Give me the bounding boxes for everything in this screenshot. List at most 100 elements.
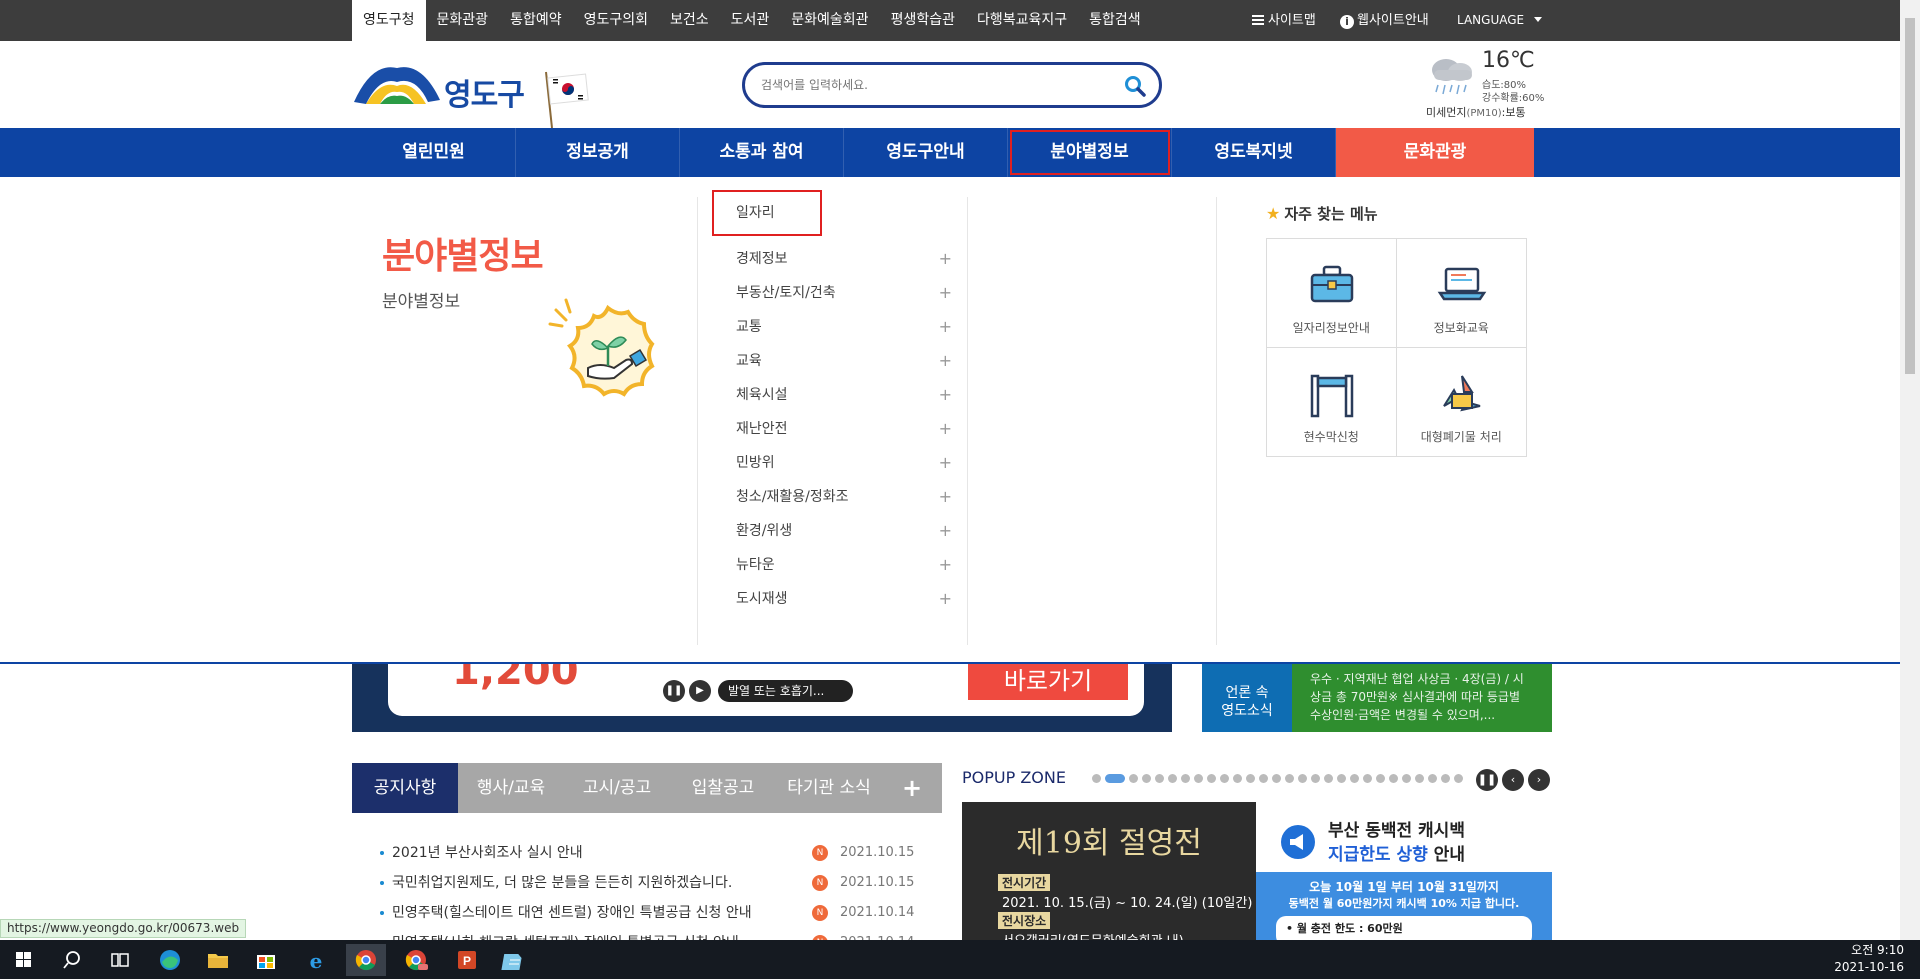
gnb-culture-tourism[interactable]: 문화관광 <box>1336 128 1534 177</box>
popup-page-dot[interactable] <box>1233 774 1242 783</box>
windows-start-icon[interactable] <box>4 944 44 976</box>
tab-announcements[interactable]: 고시/공고 <box>564 763 670 813</box>
toplink-integrated-reservation[interactable]: 통합예약 <box>499 0 573 41</box>
favorite-it-education[interactable]: 정보화교육 <box>1396 239 1526 348</box>
taskbar-search-icon[interactable] <box>52 944 92 976</box>
popup-page-dot[interactable] <box>1155 774 1164 783</box>
gnb-open-complaint[interactable]: 열린민원 <box>352 128 516 177</box>
favorite-bulky-waste[interactable]: 대형폐기물 처리 <box>1397 348 1527 457</box>
plus-icon[interactable]: + <box>939 344 952 378</box>
plus-icon[interactable]: + <box>939 412 952 446</box>
scrollbar-thumb[interactable] <box>1905 18 1915 374</box>
list-item[interactable]: 국민취업지원제도, 더 많은 분들을 든든히 지원하겠습니다. N 2021.10.… <box>380 868 914 898</box>
submenu-item-urban-regeneration[interactable]: 도시재생 + <box>712 582 952 616</box>
store-icon[interactable] <box>246 944 286 976</box>
banner-go-button[interactable]: 바로가기 <box>968 664 1128 700</box>
plus-icon[interactable]: + <box>939 548 952 582</box>
plus-icon[interactable]: + <box>939 514 952 548</box>
submenu-item-new-town[interactable]: 뉴타운 + <box>712 548 952 582</box>
more-notices-button[interactable]: + <box>882 763 942 813</box>
file-explorer-icon[interactable] <box>198 944 238 976</box>
plus-icon[interactable]: + <box>939 276 952 310</box>
website-guide-link[interactable]: i 웹사이트안내 <box>1340 0 1429 41</box>
toplink-council[interactable]: 영도구의회 <box>573 0 659 41</box>
chrome-icon[interactable] <box>346 944 386 976</box>
popup-page-dot[interactable] <box>1428 774 1437 783</box>
toplink-library[interactable]: 도서관 <box>720 0 781 41</box>
gnb-communication[interactable]: 소통과 참여 <box>680 128 844 177</box>
popup-prev-icon[interactable]: ‹ <box>1502 769 1524 791</box>
popup-page-dot[interactable] <box>1105 774 1125 783</box>
toplink-integrated-search[interactable]: 통합검색 <box>1078 0 1152 41</box>
submenu-item-real-estate[interactable]: 부동산/토지/건축 + <box>712 276 952 310</box>
play-icon[interactable]: ▶ <box>689 680 711 702</box>
powerpoint-icon[interactable]: P <box>446 944 486 976</box>
submenu-item-economy[interactable]: 경제정보 + <box>712 242 952 276</box>
plus-icon[interactable]: + <box>939 582 952 616</box>
popup-page-dot[interactable] <box>1142 774 1151 783</box>
gnb-about-yeongdo[interactable]: 영도구안내 <box>844 128 1008 177</box>
gnb-welfare-net[interactable]: 영도복지넷 <box>1172 128 1336 177</box>
submenu-item-civil-defense[interactable]: 민방위 + <box>712 446 952 480</box>
popup-page-dot[interactable] <box>1454 774 1463 783</box>
plus-icon[interactable]: + <box>939 242 952 276</box>
tab-other-agencies[interactable]: 타기관 소식 <box>776 763 882 813</box>
popup-page-dot[interactable] <box>1298 774 1307 783</box>
list-item[interactable]: 민영주택(힐스테이트 대연 센트럴) 장애인 특별공급 신청 안내 N 2021.1… <box>380 898 914 928</box>
popup-next-icon[interactable]: › <box>1528 769 1550 791</box>
toplink-yeongdo-gucheong[interactable]: 영도구청 <box>352 0 426 41</box>
popup-page-dot[interactable] <box>1376 774 1385 783</box>
plus-icon[interactable]: + <box>939 310 952 344</box>
vertical-scrollbar[interactable] <box>1900 0 1920 940</box>
plus-icon[interactable]: + <box>939 378 952 412</box>
toplink-culture-tourism[interactable]: 문화관광 <box>426 0 500 41</box>
popup-page-dot[interactable] <box>1389 774 1398 783</box>
gnb-field-info[interactable]: 분야별정보 <box>1008 128 1172 177</box>
popup-page-dot[interactable] <box>1415 774 1424 783</box>
notepad-icon[interactable] <box>494 944 534 976</box>
popup-page-dot[interactable] <box>1168 774 1177 783</box>
submenu-item-cleaning-recycling[interactable]: 청소/재활용/정화조 + <box>712 480 952 514</box>
popup-page-dot[interactable] <box>1324 774 1333 783</box>
tab-notices[interactable]: 공지사항 <box>352 763 458 813</box>
pause-icon[interactable]: ❚❚ <box>663 680 685 702</box>
popup-dongbaek-cashback[interactable]: 부산 동백전 캐시백 지급한도 상향 안내 오늘 10월 1일 부터 10월 3… <box>1256 802 1552 940</box>
submenu-item-sports[interactable]: 체육시설 + <box>712 378 952 412</box>
toplink-education-district[interactable]: 다행복교육지구 <box>966 0 1078 41</box>
popup-page-dot[interactable] <box>1285 774 1294 783</box>
popup-page-dot[interactable] <box>1402 774 1411 783</box>
favorite-banner-request[interactable]: 현수막신청 <box>1267 347 1397 456</box>
press-news-label[interactable]: 언론 속 영도소식 <box>1202 664 1292 732</box>
popup-exhibition[interactable]: 제19회 절영전 전시기간 2021. 10. 15.(금) ~ 10. 24.… <box>962 802 1256 940</box>
favorite-jobs-info[interactable]: 일자리정보안내 <box>1267 239 1397 348</box>
plus-icon[interactable]: + <box>939 446 952 480</box>
popup-page-dot[interactable] <box>1363 774 1372 783</box>
popup-page-dot[interactable] <box>1272 774 1281 783</box>
plus-icon[interactable]: + <box>939 480 952 514</box>
internet-explorer-icon[interactable]: e <box>296 944 336 976</box>
popup-page-dot[interactable] <box>1311 774 1320 783</box>
popup-page-dot[interactable] <box>1337 774 1346 783</box>
popup-page-dot[interactable] <box>1350 774 1359 783</box>
edge-browser-icon[interactable] <box>150 944 190 976</box>
toplink-arts-center[interactable]: 문화예술회관 <box>780 0 879 41</box>
submenu-item-transport[interactable]: 교통 + <box>712 310 952 344</box>
site-logo[interactable]: 영도구 <box>352 62 592 128</box>
system-clock[interactable]: 오전 9:10 2021-10-16 <box>1834 942 1904 976</box>
search-input[interactable] <box>761 75 1121 95</box>
popup-page-dot[interactable] <box>1181 774 1190 783</box>
tab-events[interactable]: 행사/교육 <box>458 763 564 813</box>
submenu-item-education[interactable]: 교육 + <box>712 344 952 378</box>
list-item[interactable]: 2021년 부산사회조사 실시 안내 N 2021.10.15 <box>380 838 914 868</box>
gnb-info-disclosure[interactable]: 정보공개 <box>516 128 680 177</box>
submenu-item-jobs[interactable]: 일자리 <box>712 190 822 236</box>
toplink-lifelong-learning[interactable]: 평생학습관 <box>880 0 966 41</box>
toplink-health-center[interactable]: 보건소 <box>659 0 720 41</box>
press-news-text[interactable]: 우수 · 지역재난 협업 사상금 · 4장(금) / 시상금 총 70만원※ 심… <box>1292 664 1552 732</box>
popup-page-dot[interactable] <box>1194 774 1203 783</box>
language-select[interactable]: LANGUAGE <box>1457 0 1542 41</box>
popup-page-dot[interactable] <box>1092 774 1101 783</box>
popup-page-dot[interactable] <box>1246 774 1255 783</box>
submenu-item-disaster-safety[interactable]: 재난안전 + <box>712 412 952 446</box>
task-view-icon[interactable] <box>100 944 140 976</box>
